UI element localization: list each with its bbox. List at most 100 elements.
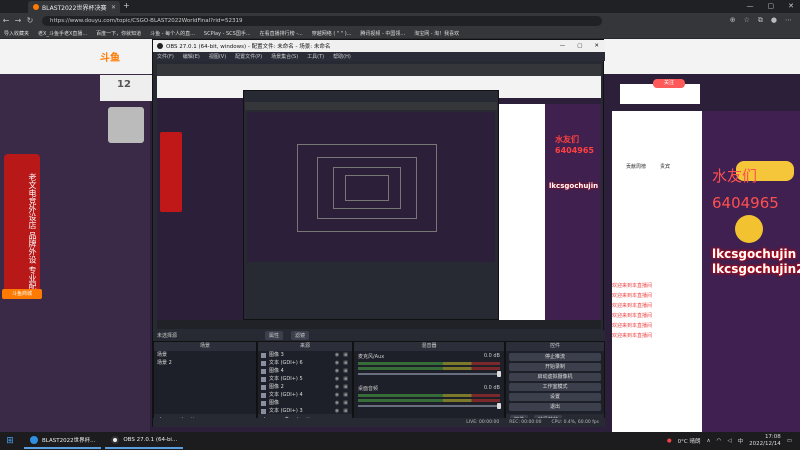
control-button[interactable]: 停止推流	[509, 353, 601, 361]
tab-close-icon[interactable]: ✕	[111, 4, 116, 11]
source-item[interactable]: 文本 (GDI+) 6 ◉ ▣	[258, 359, 352, 367]
obs-menu-item[interactable]: 配置文件(P)	[235, 53, 262, 60]
new-tab-icon[interactable]: +	[123, 1, 130, 10]
scene-item[interactable]: 场景	[154, 351, 256, 359]
bookmark-item[interactable]: 淘宝网 - 淘！我喜欢	[414, 30, 459, 37]
bookmark-item[interactable]: 在看直播排行榜 -...	[260, 30, 303, 37]
obs-menu-item[interactable]: 场景集合(S)	[271, 53, 298, 60]
taskbar-item-browser[interactable]: BLAST2022世界杯...	[24, 433, 102, 449]
mixer-channel-desktop: 桌面音频 0.0 dB	[354, 383, 504, 409]
bookmark-item[interactable]: 斗鱼 - 每个人的直...	[150, 30, 195, 37]
tray-chevron-icon[interactable]: ∧	[707, 438, 711, 444]
control-button[interactable]: 启动虚拟摄像机	[509, 373, 601, 381]
bookmark-item[interactable]: 百度一下，你就知道	[96, 30, 141, 37]
obs-menu-item[interactable]: 帮助(H)	[333, 53, 351, 60]
url-input[interactable]: https://www.douyu.com/topic/CSGO-BLAST20…	[42, 15, 602, 26]
profile-icon[interactable]: ●	[771, 16, 777, 25]
chat-tab-contrib[interactable]: 贡献周榜	[626, 163, 646, 170]
source-item[interactable]: 图像 2 ◉ ▣	[258, 383, 352, 391]
lock-icon[interactable]: ▣	[343, 351, 348, 359]
control-button[interactable]: 工作室模式	[509, 383, 601, 391]
source-item[interactable]: 文本 (GDI+) 4 ◉ ▣	[258, 391, 352, 399]
network-icon[interactable]: ◠	[717, 438, 722, 444]
chat-panel	[612, 111, 702, 450]
controls-dock: 控件 停止推流开始录制启动虚拟摄像机工作室模式设置退出 控件 转场特效	[505, 341, 605, 425]
source-list: 图像 3 ◉ ▣ 文本 (GDI+) 6 ◉ ▣ 图像 4 ◉ ▣ 文本 (GDI+) 5 ◉ ▣ 图像…	[258, 351, 352, 415]
zoom-icon[interactable]: ⊕	[730, 16, 736, 25]
lock-icon[interactable]: ▣	[343, 399, 348, 407]
visibility-eye-icon[interactable]: ◉	[335, 399, 339, 407]
tray-app-icon[interactable]: ●	[667, 438, 672, 444]
menu-icon[interactable]: ⋯	[785, 16, 792, 25]
edge-icon	[30, 436, 38, 444]
mic-level-meter	[358, 362, 500, 365]
lock-icon[interactable]: ▣	[343, 383, 348, 391]
close-window-icon[interactable]: ✕	[788, 2, 794, 10]
properties-button[interactable]: 属性	[265, 331, 284, 340]
visibility-eye-icon[interactable]: ◉	[335, 351, 339, 359]
source-type-icon	[261, 376, 266, 382]
reload-icon[interactable]: ↻	[24, 16, 36, 25]
site-logo[interactable]: 斗鱼	[100, 49, 120, 64]
bookmark-item[interactable]: 穿越网络 ( " " )...	[312, 30, 352, 37]
visibility-eye-icon[interactable]: ◉	[335, 391, 339, 399]
weather-label[interactable]: 0°C 晴朗	[678, 437, 701, 445]
extensions-icon[interactable]: ⧉	[758, 16, 763, 25]
maximize-icon[interactable]: ▢	[768, 2, 775, 10]
filters-button[interactable]: 滤镜	[291, 331, 310, 340]
avatar[interactable]	[108, 107, 144, 143]
browser-tab-active[interactable]: BLAST2022世界杯决赛 ✕	[28, 1, 120, 13]
windows-start-icon[interactable]: ⊞	[0, 436, 20, 446]
source-item[interactable]: 文本 (GDI+) 5 ◉ ▣	[258, 375, 352, 383]
scene-item-label: 场景 2	[157, 360, 172, 366]
mic-level-meter-2	[358, 367, 500, 370]
obs-close-icon[interactable]: ✕	[594, 43, 599, 49]
control-button[interactable]: 退出	[509, 403, 601, 411]
visibility-eye-icon[interactable]: ◉	[335, 375, 339, 383]
lock-icon[interactable]: ▣	[343, 367, 348, 375]
bookmark-item[interactable]: 老X_斗鱼手老X直播...	[38, 30, 87, 37]
mic-volume-slider[interactable]	[358, 371, 502, 377]
star-icon[interactable]: ☆	[744, 16, 750, 25]
bookmark-item[interactable]: SCPlay - SCS国手...	[204, 30, 251, 37]
control-button[interactable]: 设置	[509, 393, 601, 401]
control-button[interactable]: 开始录制	[509, 363, 601, 371]
lock-icon[interactable]: ▣	[343, 375, 348, 383]
obs-maximize-icon[interactable]: ▢	[577, 43, 582, 49]
side-ad-banner[interactable]: 老文电竞外设店 品牌外设 专业配机	[4, 154, 40, 299]
volume-icon[interactable]: ◁	[727, 438, 731, 444]
obs-minimize-icon[interactable]: —	[560, 43, 566, 49]
obs-menu-item[interactable]: 视图(V)	[209, 53, 226, 60]
chat-tab-vip[interactable]: 贵宾	[660, 163, 670, 170]
scenes-header: 场景	[154, 342, 256, 351]
nested-overlay-name: lkcsgochujin	[549, 182, 599, 190]
bookmark-item[interactable]: 导入收藏夹	[4, 30, 29, 37]
source-item[interactable]: 图像 3 ◉ ▣	[258, 351, 352, 359]
lock-icon[interactable]: ▣	[343, 359, 348, 367]
clock-time: 17:08	[764, 434, 781, 440]
bookmark-item[interactable]: 腾讯视频 - 中国领...	[360, 30, 405, 37]
lock-icon[interactable]: ▣	[343, 391, 348, 399]
ime-icon[interactable]: 中	[738, 437, 744, 445]
visibility-eye-icon[interactable]: ◉	[335, 367, 339, 375]
scene-item[interactable]: 场景 2	[154, 359, 256, 367]
desktop-volume-slider[interactable]	[358, 403, 502, 409]
obs-menu-item[interactable]: 文件(F)	[157, 53, 174, 60]
taskbar-item-obs[interactable]: OBS 27.0.1 (64-bi...	[105, 433, 184, 449]
follow-button[interactable]: 关注	[653, 79, 685, 88]
forward-icon[interactable]: →	[12, 16, 24, 25]
obs-menu-item[interactable]: 编辑(E)	[183, 53, 200, 60]
clock[interactable]: 17:08 2022/12/14	[749, 434, 781, 448]
notification-icon[interactable]: ▭	[787, 438, 792, 444]
visibility-eye-icon[interactable]: ◉	[335, 359, 339, 367]
back-icon[interactable]: ←	[0, 16, 12, 25]
minimize-icon[interactable]: —	[747, 2, 754, 10]
windows-taskbar: ⊞ BLAST2022世界杯... OBS 27.0.1 (64-bi... ●…	[0, 432, 800, 450]
obs-preview[interactable]: 水友们 6404965 lkcsgochujin	[157, 64, 601, 329]
source-item-label: 图像	[269, 400, 280, 406]
visibility-eye-icon[interactable]: ◉	[335, 383, 339, 391]
source-item[interactable]: 图像 4 ◉ ▣	[258, 367, 352, 375]
source-item[interactable]: 图像 ◉ ▣	[258, 399, 352, 407]
taskbar-obs-label: OBS 27.0.1 (64-bi...	[123, 437, 178, 443]
obs-menu-item[interactable]: 工具(T)	[307, 53, 324, 60]
